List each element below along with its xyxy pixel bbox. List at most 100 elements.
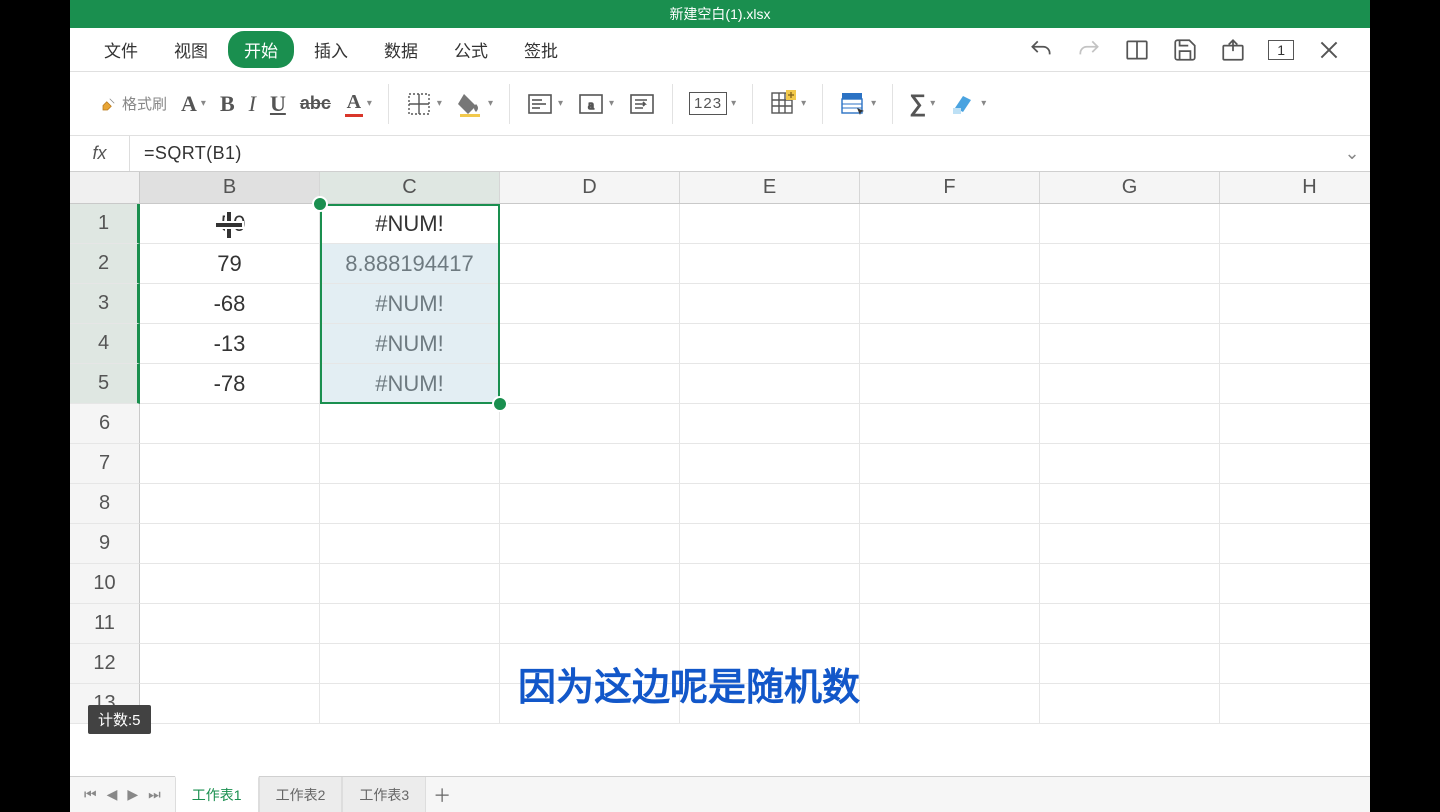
row-header-7[interactable]: 7: [70, 444, 140, 484]
col-header-F[interactable]: F: [860, 172, 1040, 203]
save-icon[interactable]: [1172, 37, 1198, 63]
add-sheet-button[interactable]: ＋: [426, 777, 458, 812]
cell-E1[interactable]: [680, 204, 860, 244]
row-header-4[interactable]: 4: [70, 324, 140, 364]
cell-H9[interactable]: [1220, 524, 1370, 564]
cell-E8[interactable]: [680, 484, 860, 524]
cell-C11[interactable]: [320, 604, 500, 644]
cell-D1[interactable]: [500, 204, 680, 244]
row-header-1[interactable]: 1: [70, 204, 140, 244]
fill-color-button[interactable]: ▾: [456, 90, 493, 118]
cell-C2[interactable]: 8.888194417: [320, 244, 500, 284]
row-header-9[interactable]: 9: [70, 524, 140, 564]
cell-B6[interactable]: [140, 404, 320, 444]
cell-C6[interactable]: [320, 404, 500, 444]
page-indicator[interactable]: 1: [1268, 40, 1294, 60]
cell-F7[interactable]: [860, 444, 1040, 484]
cell-B11[interactable]: [140, 604, 320, 644]
cell-G3[interactable]: [1040, 284, 1220, 324]
menu-file[interactable]: 文件: [88, 31, 154, 68]
formula-collapse-icon[interactable]: ⌄: [1334, 143, 1370, 164]
underline-button[interactable]: U: [270, 91, 286, 117]
menu-insert[interactable]: 插入: [298, 31, 364, 68]
cell-C4[interactable]: #NUM!: [320, 324, 500, 364]
cell-H11[interactable]: [1220, 604, 1370, 644]
cell-B12[interactable]: [140, 644, 320, 684]
spreadsheet-grid[interactable]: B C D E F G H 1 2 3 4 5 6 7 8 9 10 11 12…: [70, 172, 1370, 776]
cell-F5[interactable]: [860, 364, 1040, 404]
select-all-corner[interactable]: [70, 172, 140, 204]
sheet-prev-icon[interactable]: ◀: [105, 784, 120, 805]
cell-B10[interactable]: [140, 564, 320, 604]
reading-view-icon[interactable]: [1124, 37, 1150, 63]
cell-H6[interactable]: [1220, 404, 1370, 444]
cell-F8[interactable]: [860, 484, 1040, 524]
cell-H4[interactable]: [1220, 324, 1370, 364]
cell-E6[interactable]: [680, 404, 860, 444]
cell-E5[interactable]: [680, 364, 860, 404]
cell-H10[interactable]: [1220, 564, 1370, 604]
cell-F9[interactable]: [860, 524, 1040, 564]
cell-G6[interactable]: [1040, 404, 1220, 444]
autosum-button[interactable]: ∑▾: [909, 90, 935, 118]
cell-G10[interactable]: [1040, 564, 1220, 604]
cell-D4[interactable]: [500, 324, 680, 364]
row-header-2[interactable]: 2: [70, 244, 140, 284]
cell-H1[interactable]: [1220, 204, 1370, 244]
cell-B3[interactable]: -68: [140, 284, 320, 324]
sheet-next-icon[interactable]: ▶: [125, 784, 140, 805]
cell-D8[interactable]: [500, 484, 680, 524]
cell-E2[interactable]: [680, 244, 860, 284]
cell-D6[interactable]: [500, 404, 680, 444]
sheet-first-icon[interactable]: ⏮: [82, 784, 99, 805]
table-style-button[interactable]: ▾: [839, 90, 876, 118]
menu-view[interactable]: 视图: [158, 31, 224, 68]
cell-H3[interactable]: [1220, 284, 1370, 324]
undo-icon[interactable]: [1028, 37, 1054, 63]
cell-G12[interactable]: [1040, 644, 1220, 684]
row-header-3[interactable]: 3: [70, 284, 140, 324]
cell-H13[interactable]: [1220, 684, 1370, 724]
cell-H5[interactable]: [1220, 364, 1370, 404]
menu-home[interactable]: 开始: [228, 31, 294, 68]
cell-G5[interactable]: [1040, 364, 1220, 404]
row-header-6[interactable]: 6: [70, 404, 140, 444]
cells-area[interactable]: -50 #NUM! 79 8.888194417 -68 #NUM! -13 #…: [140, 204, 1370, 776]
cell-C1[interactable]: #NUM!: [320, 204, 500, 244]
cell-F4[interactable]: [860, 324, 1040, 364]
number-format-button[interactable]: 123 ▾: [689, 92, 736, 115]
row-header-8[interactable]: 8: [70, 484, 140, 524]
cell-F1[interactable]: [860, 204, 1040, 244]
cell-E3[interactable]: [680, 284, 860, 324]
cell-G9[interactable]: [1040, 524, 1220, 564]
cell-H12[interactable]: [1220, 644, 1370, 684]
cell-H2[interactable]: [1220, 244, 1370, 284]
col-header-D[interactable]: D: [500, 172, 680, 203]
cell-G1[interactable]: [1040, 204, 1220, 244]
cell-F13[interactable]: [860, 684, 1040, 724]
cell-C3[interactable]: #NUM!: [320, 284, 500, 324]
cell-E7[interactable]: [680, 444, 860, 484]
italic-button[interactable]: I: [249, 91, 256, 117]
font-family-button[interactable]: A▾: [181, 91, 206, 117]
cell-H7[interactable]: [1220, 444, 1370, 484]
formula-input[interactable]: =SQRT(B1): [130, 143, 1334, 164]
wrap-text-button[interactable]: [628, 90, 656, 118]
merge-button[interactable]: a▾: [577, 90, 614, 118]
cell-H8[interactable]: [1220, 484, 1370, 524]
cell-C7[interactable]: [320, 444, 500, 484]
cell-B9[interactable]: [140, 524, 320, 564]
cell-F3[interactable]: [860, 284, 1040, 324]
cell-E9[interactable]: [680, 524, 860, 564]
cell-D9[interactable]: [500, 524, 680, 564]
sheet-tab-1[interactable]: 工作表1: [175, 776, 259, 812]
cell-G11[interactable]: [1040, 604, 1220, 644]
cell-G2[interactable]: [1040, 244, 1220, 284]
cell-D3[interactable]: [500, 284, 680, 324]
sheet-tab-2[interactable]: 工作表2: [259, 777, 343, 812]
cell-B5[interactable]: -78: [140, 364, 320, 404]
strikethrough-button[interactable]: abc: [300, 93, 331, 114]
row-header-11[interactable]: 11: [70, 604, 140, 644]
redo-icon[interactable]: [1076, 37, 1102, 63]
sheet-tab-3[interactable]: 工作表3: [342, 777, 426, 812]
